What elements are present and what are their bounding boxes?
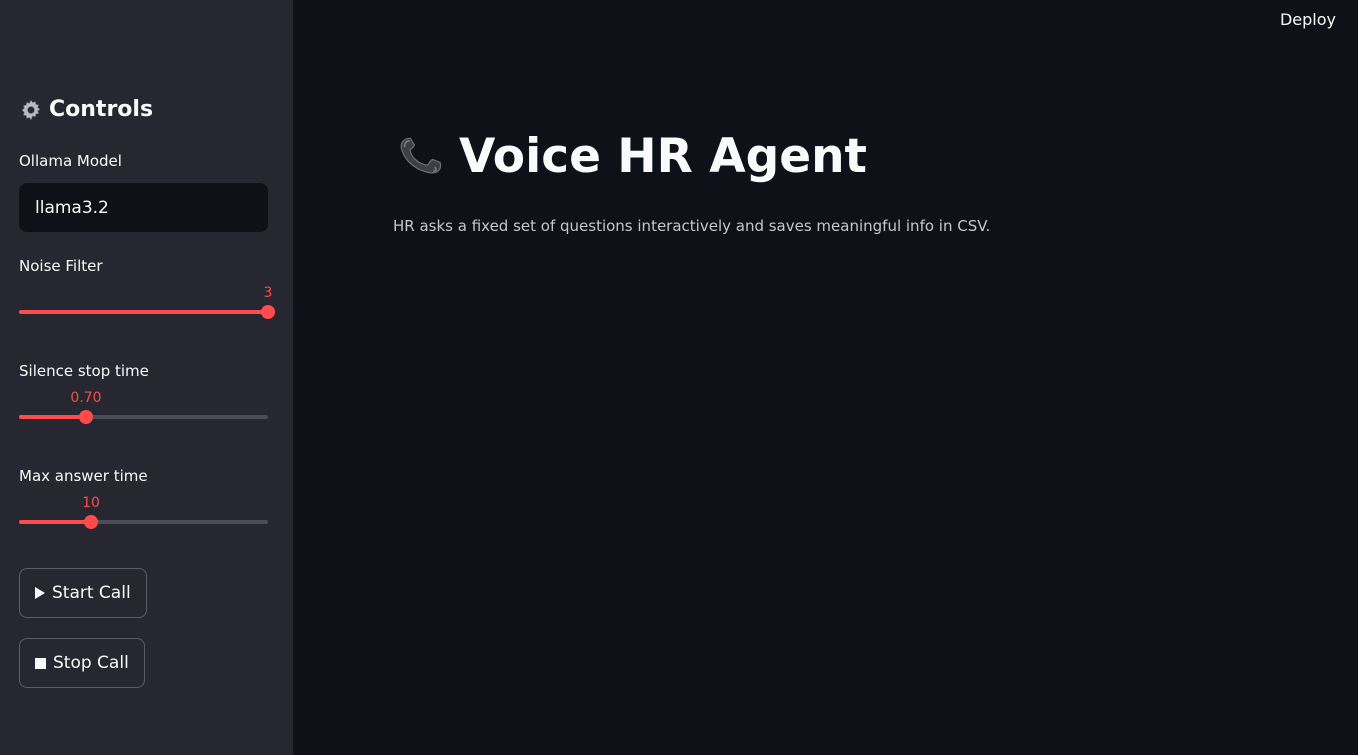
slider-value: 0.70	[70, 390, 102, 406]
slider-thumb[interactable]	[79, 410, 93, 424]
slider-thumb[interactable]	[261, 305, 275, 319]
page-description: HR asks a fixed set of questions interac…	[393, 217, 991, 235]
slider-fill	[19, 415, 86, 419]
telephone-icon	[400, 137, 442, 174]
silence-stop-time-label: Silence stop time	[19, 362, 149, 380]
stop-call-button[interactable]: Stop Call	[19, 638, 145, 688]
sidebar-header-text: Controls	[49, 97, 154, 122]
start-call-label: Start Call	[52, 583, 131, 603]
slider-fill	[19, 310, 268, 314]
max-answer-time-slider[interactable]: 10	[19, 495, 268, 541]
slider-value: 3	[263, 285, 273, 301]
model-input[interactable]	[19, 183, 268, 232]
noise-filter-label: Noise Filter	[19, 257, 103, 275]
sidebar-header: Controls	[19, 97, 153, 122]
slider-value: 10	[82, 495, 100, 511]
deploy-button[interactable]: Deploy	[1280, 10, 1336, 29]
gear-icon	[21, 99, 41, 120]
slider-fill	[19, 520, 91, 524]
page-title: Voice HR Agent	[393, 128, 867, 184]
app-root: Controls Ollama Model Noise Filter 3 Sil…	[0, 0, 1358, 755]
slider-thumb[interactable]	[84, 515, 98, 529]
stop-call-label: Stop Call	[53, 653, 129, 673]
page-title-text: Voice HR Agent	[459, 128, 868, 184]
play-icon	[35, 587, 45, 599]
model-label: Ollama Model	[19, 152, 122, 170]
max-answer-time-label: Max answer time	[19, 467, 148, 485]
sidebar: Controls Ollama Model Noise Filter 3 Sil…	[0, 0, 293, 755]
silence-stop-time-slider[interactable]: 0.70	[19, 390, 268, 436]
stop-icon	[35, 657, 46, 669]
start-call-button[interactable]: Start Call	[19, 568, 147, 618]
noise-filter-slider[interactable]: 3	[19, 285, 275, 331]
